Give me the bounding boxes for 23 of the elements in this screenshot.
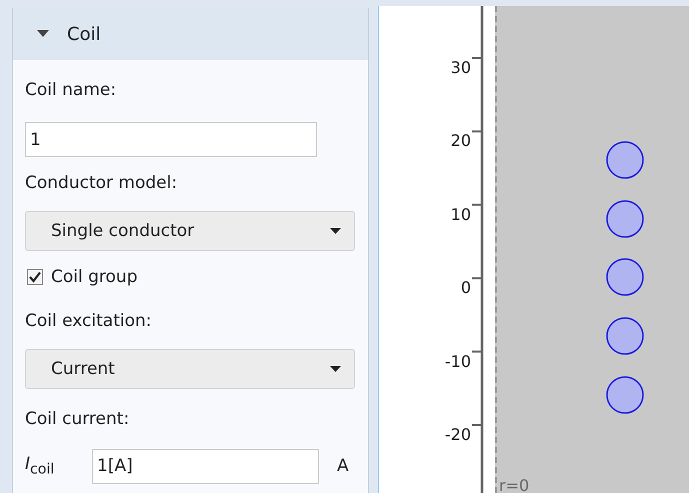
section-title: Coil bbox=[67, 24, 101, 44]
field-label: Coil excitation: bbox=[25, 311, 152, 331]
dropdown[interactable]: Single conductor bbox=[25, 211, 355, 251]
axis-tick-label: -20 bbox=[444, 427, 471, 443]
axis-tick-label: 10 bbox=[450, 206, 471, 223]
coil-current-field[interactable]: 1[A] bbox=[92, 448, 319, 484]
field-label: Coil name: bbox=[25, 80, 118, 100]
dropdown-caret-icon bbox=[330, 228, 341, 234]
axis-tick-label: -10 bbox=[444, 354, 471, 370]
field-label: Coil current: bbox=[25, 409, 130, 429]
axis-tick-label: 20 bbox=[450, 133, 471, 150]
symbol-label: I$_{coil}$ bbox=[25, 454, 56, 478]
section-header[interactable]: Coil bbox=[13, 8, 368, 60]
dropdown-caret-icon bbox=[330, 366, 341, 372]
unit-label: A bbox=[337, 456, 349, 476]
axis-tick-label: 0 bbox=[460, 280, 471, 296]
checkbox[interactable] bbox=[27, 269, 43, 285]
dropdown[interactable]: Current bbox=[25, 349, 355, 389]
axis-label: r=0 bbox=[499, 476, 530, 493]
coil-name-field[interactable]: 1 bbox=[25, 122, 317, 157]
field-label: Conductor model: bbox=[25, 173, 178, 193]
axis-tick-label: 30 bbox=[450, 60, 471, 76]
checkbox-label: Coil group bbox=[51, 267, 138, 287]
